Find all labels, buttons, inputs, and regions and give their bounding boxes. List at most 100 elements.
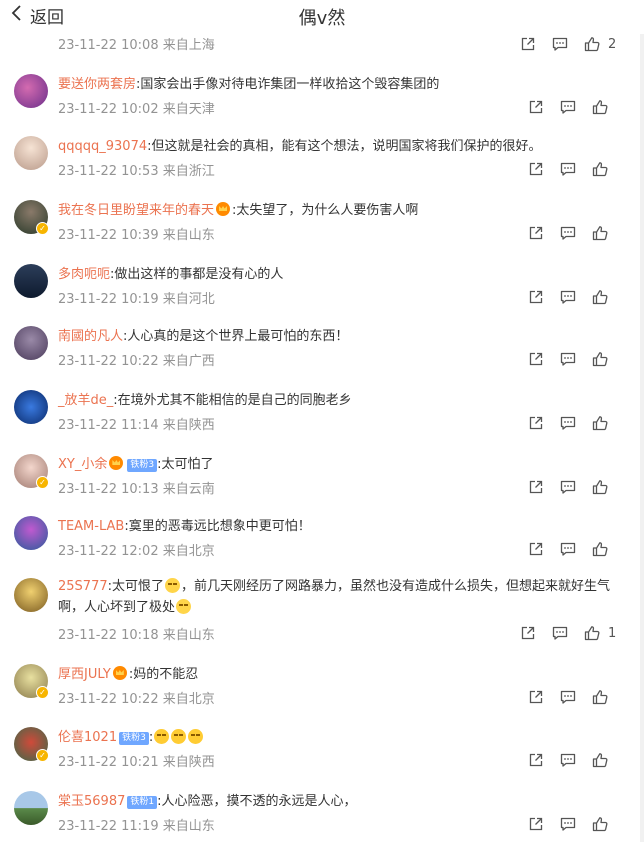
comment-text: 多肉呃呃:做出这样的事都是没有心的人 — [58, 266, 283, 283]
comment-icon[interactable] — [560, 99, 576, 115]
thumbs-up-icon[interactable] — [592, 161, 608, 177]
comment-meta: 23-11-22 11:19 来自山东 — [58, 819, 215, 834]
share-icon[interactable] — [528, 99, 544, 115]
comment-item: 棠玉56987 铁粉1:人心险恶，摸不透的永远是人心， 23-11-22 11:1… — [0, 789, 640, 853]
comment-item: ✓ 厚西JULY:妈的不能忍 23-11-22 10:22 来自北京 — [0, 662, 640, 726]
share-icon[interactable] — [528, 415, 544, 431]
avatar[interactable] — [14, 516, 48, 550]
thumbs-up-icon[interactable] — [592, 225, 608, 241]
share-icon[interactable] — [528, 752, 544, 768]
comment-text: 要送你两套房:国家会出手像对待电诈集团一样收拾这个毁容集团的 — [58, 76, 439, 93]
username-link[interactable]: 我在冬日里盼望来年的春天 — [58, 203, 214, 218]
avatar[interactable] — [14, 326, 48, 360]
comment-item: TEAM-LAB:寞里的恶毒远比想象中更可怕！ 23-11-22 12:02 来… — [0, 514, 640, 578]
avatar[interactable] — [14, 390, 48, 424]
username-link[interactable]: 伦喜1021 — [58, 730, 117, 745]
emoji-icon — [176, 599, 192, 614]
comment-actions — [512, 160, 608, 178]
comment-item: _放羊de_:在境外尤其不能相信的是自己的同胞老乡 23-11-22 11:14… — [0, 388, 640, 452]
comment-actions — [512, 350, 608, 368]
share-icon[interactable] — [528, 689, 544, 705]
comment-actions — [512, 751, 608, 769]
username-link[interactable]: 棠玉56987 — [58, 794, 125, 809]
comment-icon[interactable] — [560, 479, 576, 495]
share-icon[interactable] — [528, 479, 544, 495]
thumbs-up-icon[interactable] — [592, 752, 608, 768]
username-link[interactable]: 要送你两套房 — [58, 77, 136, 92]
comment-text: XY_小余 铁粉3:太可怕了 — [58, 456, 213, 473]
share-icon[interactable] — [528, 816, 544, 832]
thumbs-up-icon[interactable] — [592, 415, 608, 431]
comment-meta: 23-11-22 10:08 来自上海 — [58, 38, 215, 53]
share-icon[interactable] — [520, 625, 536, 641]
comment-icon[interactable] — [552, 625, 568, 641]
crown-badge-icon — [109, 456, 124, 470]
comment-meta: 23-11-22 10:53 来自浙江 — [58, 164, 215, 179]
thumbs-up-icon[interactable] — [592, 689, 608, 705]
thumbs-up-icon[interactable] — [592, 479, 608, 495]
share-icon[interactable] — [528, 225, 544, 241]
comment-body: :人心险恶，摸不透的永远是人心， — [157, 794, 357, 809]
share-icon[interactable] — [520, 36, 536, 52]
thumbs-up-icon[interactable] — [584, 625, 600, 641]
comment-actions — [512, 478, 608, 496]
avatar[interactable] — [14, 578, 48, 612]
comment-icon[interactable] — [560, 415, 576, 431]
thumbs-up-icon[interactable] — [592, 289, 608, 305]
share-icon[interactable] — [528, 289, 544, 305]
comment-text: 厚西JULY :妈的不能忍 — [58, 666, 198, 683]
share-icon[interactable] — [528, 351, 544, 367]
comment-text: qqqqq_93074:但这就是社会的真相，能有这个想法，说明国家将我们保护的很… — [58, 138, 542, 155]
comment-text: 我在冬日里盼望来年的春天:太失望了，为什么人要伤害人啊 — [58, 202, 418, 219]
comment-body: :寞里的恶毒远比想象中更可怕！ — [124, 519, 311, 534]
username-link[interactable]: 多肉呃呃 — [58, 267, 110, 282]
comment-body: :国家会出手像对待电诈集团一样收拾这个毁容集团的 — [136, 77, 440, 92]
comment-item: 要送你两套房:国家会出手像对待电诈集团一样收拾这个毁容集团的 23-11-22 … — [0, 72, 640, 136]
comment-text: 伦喜1021 铁粉3: — [58, 729, 204, 746]
username-link[interactable]: XY_小余 — [58, 457, 107, 472]
comment-icon[interactable] — [560, 816, 576, 832]
thumbs-up-icon[interactable] — [592, 351, 608, 367]
thumbs-up-icon[interactable] — [592, 541, 608, 557]
fan-badge: 铁粉1 — [127, 796, 158, 809]
share-icon[interactable] — [528, 541, 544, 557]
like-count: 1 — [608, 625, 617, 641]
comment-meta: 23-11-22 10:22 来自北京 — [58, 692, 215, 707]
share-icon[interactable] — [528, 161, 544, 177]
comment-icon[interactable] — [560, 752, 576, 768]
thumbs-up-icon[interactable] — [584, 36, 600, 52]
comment-actions — [512, 688, 608, 706]
verified-badge-icon: ✓ — [36, 222, 49, 235]
comment-body: :妈的不能忍 — [128, 667, 199, 682]
comment-text: _放羊de_:在境外尤其不能相信的是自己的同胞老乡 — [58, 392, 352, 409]
scrollbar-track[interactable] — [640, 0, 644, 842]
thumbs-up-icon[interactable] — [592, 99, 608, 115]
comment-icon[interactable] — [560, 161, 576, 177]
comment-icon[interactable] — [560, 225, 576, 241]
avatar[interactable] — [14, 136, 48, 170]
username-link[interactable]: 25S777 — [58, 579, 108, 594]
comment-icon[interactable] — [560, 541, 576, 557]
username-link[interactable]: 南國的凡人 — [58, 329, 123, 344]
username-link[interactable]: 厚西JULY — [58, 667, 111, 682]
comment-actions: 1 — [504, 624, 618, 642]
comment-icon[interactable] — [552, 36, 568, 52]
avatar[interactable] — [14, 264, 48, 298]
username-link[interactable]: TEAM-LAB — [58, 519, 124, 534]
username-link[interactable]: _放羊de_ — [58, 393, 113, 408]
comment-body: :但这就是社会的真相，能有这个想法，说明国家将我们保护的很好。 — [147, 139, 542, 154]
username-link[interactable]: qqqqq_93074 — [58, 139, 147, 154]
avatar[interactable] — [14, 74, 48, 108]
comment-item: ✓ XY_小余 铁粉3:太可怕了 23-11-22 10:13 来自云南 — [0, 452, 640, 516]
comment-item: 南國的凡人:人心真的是这个世界上最可怕的东西！ 23-11-22 10:22 来… — [0, 324, 640, 388]
emoji-icon — [188, 729, 204, 744]
comment-icon[interactable] — [560, 289, 576, 305]
comment-actions: 2 — [504, 35, 618, 53]
comment-actions — [512, 224, 608, 242]
thumbs-up-icon[interactable] — [592, 816, 608, 832]
comment-icon[interactable] — [560, 689, 576, 705]
comment-item: ✓ 我在冬日里盼望来年的春天:太失望了，为什么人要伤害人啊 23-11-22 1… — [0, 198, 640, 262]
comment-icon[interactable] — [560, 351, 576, 367]
avatar[interactable] — [14, 791, 48, 825]
comment-actions — [512, 815, 608, 833]
